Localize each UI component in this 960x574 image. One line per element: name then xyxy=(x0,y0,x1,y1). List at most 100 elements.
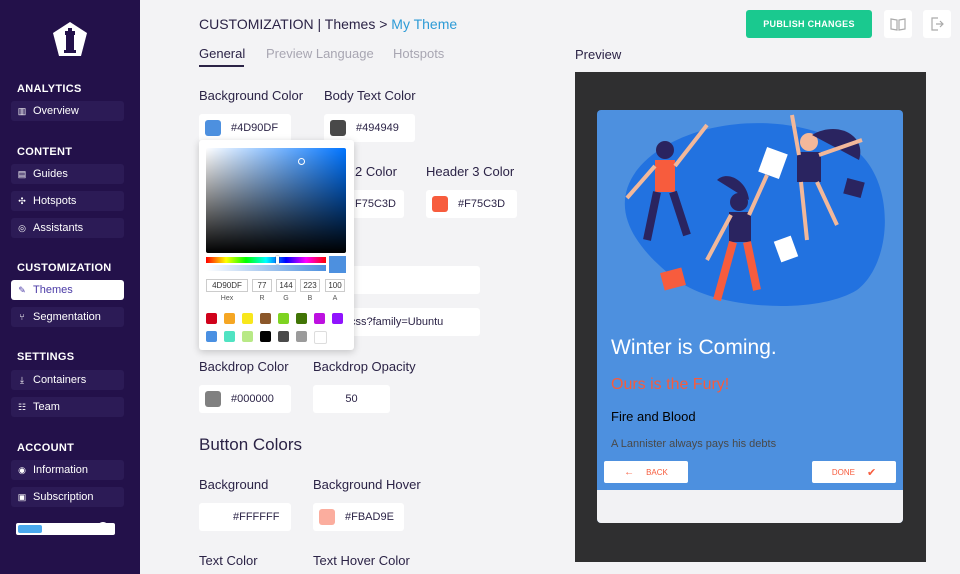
section-title-analytics: ANALYTICS xyxy=(17,83,82,95)
breadcrumb: CUSTOMIZATION | Themes > My Theme xyxy=(199,16,457,32)
header-2-color-label: 2 Color xyxy=(355,164,397,179)
preset-color-swatch[interactable] xyxy=(314,313,325,324)
tab-general[interactable]: General xyxy=(199,46,245,61)
sidebar-item-overview[interactable]: ▥ Overview xyxy=(11,101,124,121)
sidebar-item-hotspots[interactable]: ✣ Hotspots xyxy=(11,191,124,211)
sidebar-item-assistants[interactable]: ◎ Assistants xyxy=(11,218,124,238)
sidebar-item-label: Team xyxy=(33,401,60,413)
section-title-customization: CUSTOMIZATION xyxy=(17,262,112,274)
preset-color-swatch[interactable] xyxy=(224,313,235,324)
button-background-field[interactable]: #FFFFFF xyxy=(199,503,291,531)
docs-button[interactable] xyxy=(884,10,912,38)
header-3-color-label: Header 3 Color xyxy=(426,164,515,179)
preset-color-swatch[interactable] xyxy=(242,313,253,324)
preset-color-swatch[interactable] xyxy=(278,313,289,324)
backdrop-opacity-label: Backdrop Opacity xyxy=(313,359,416,374)
red-input[interactable]: 77 xyxy=(252,279,272,292)
preset-color-swatch[interactable] xyxy=(206,313,217,324)
hex-input[interactable]: 4D90DF xyxy=(206,279,248,292)
button-colors-heading: Button Colors xyxy=(199,435,302,454)
checkmark-icon: ✔ xyxy=(866,466,877,479)
preset-color-swatch[interactable] xyxy=(332,313,343,324)
background-color-field[interactable]: #4D90DF xyxy=(199,114,291,142)
blue-input[interactable]: 223 xyxy=(300,279,320,292)
preview-footer xyxy=(597,490,903,523)
preview-header3-text: Fire and Blood xyxy=(611,409,696,424)
preset-color-swatch[interactable] xyxy=(260,331,271,342)
sidebar-item-team[interactable]: ☷ Team xyxy=(11,397,124,417)
preset-color-swatch[interactable] xyxy=(224,331,235,342)
preview-done-button[interactable]: DONE ✔ xyxy=(812,461,896,483)
backdrop-color-field[interactable]: #000000 xyxy=(199,385,291,413)
alpha-label: A xyxy=(332,295,338,302)
color-picker-popover: 4D90DF 77 144 223 100 Hex R G B A xyxy=(199,140,354,350)
info-circle-icon[interactable] xyxy=(97,522,109,534)
font-family-input[interactable] xyxy=(340,266,480,294)
download-icon: ⤓ xyxy=(20,374,24,385)
saturation-area[interactable] xyxy=(206,148,346,253)
sidebar-item-information[interactable]: ◉ Information xyxy=(11,460,124,480)
sidebar-item-label: Information xyxy=(33,464,89,476)
publish-changes-button[interactable]: PUBLISH CHANGES xyxy=(746,10,872,38)
active-tab-underline xyxy=(199,65,244,67)
logout-button[interactable] xyxy=(923,10,951,38)
sidebar-item-themes[interactable]: ✎ Themes xyxy=(11,280,124,300)
backdrop-opacity-input[interactable]: 50 xyxy=(313,385,390,413)
hue-slider[interactable] xyxy=(206,256,326,264)
header-2-color-field[interactable]: F75C3D xyxy=(350,190,404,218)
body-text-color-field[interactable]: #494949 xyxy=(324,114,415,142)
background-color-label: Background Color xyxy=(199,88,304,103)
header-3-color-value: #F75C3D xyxy=(458,198,506,210)
preset-color-swatch[interactable] xyxy=(206,331,217,342)
preset-color-swatch[interactable] xyxy=(260,313,271,324)
backdrop-opacity-value: 50 xyxy=(345,393,358,405)
breadcrumb-current: My Theme xyxy=(391,16,458,32)
sidebar-item-segmentation[interactable]: ⑂ Segmentation xyxy=(11,307,124,327)
sidebar-item-guides[interactable]: ▤ Guides xyxy=(11,164,124,184)
saturation-handle[interactable] xyxy=(298,158,305,165)
sidebar-item-containers[interactable]: ⤓ Containers xyxy=(11,370,124,390)
background-color-swatch xyxy=(205,120,221,136)
lighthouse-logo-icon[interactable] xyxy=(50,20,90,60)
preset-color-swatch[interactable] xyxy=(278,331,289,342)
arrow-left-icon: ← xyxy=(624,466,635,478)
preview-subtitle-text: Ours is the Fury! xyxy=(611,376,730,393)
sidebar-item-subscription[interactable]: ▣ Subscription xyxy=(11,487,124,507)
hue-handle[interactable] xyxy=(276,256,279,264)
breadcrumb-themes[interactable]: Themes > xyxy=(325,16,388,32)
segment-icon: ⑂ xyxy=(19,312,25,322)
header-3-color-field[interactable]: #F75C3D xyxy=(426,190,517,218)
tab-preview-language[interactable]: Preview Language xyxy=(266,46,374,61)
preset-color-swatch[interactable] xyxy=(314,331,327,344)
book-icon xyxy=(890,18,906,31)
font-url-value: css?family=Ubuntu xyxy=(350,316,444,328)
body-text-color-value: #494949 xyxy=(356,122,399,134)
sidebar-item-label: Overview xyxy=(33,105,79,117)
preview-back-button[interactable]: ← BACK xyxy=(604,461,688,483)
hex-label: Hex xyxy=(220,295,234,302)
tab-hotspots[interactable]: Hotspots xyxy=(393,46,444,61)
preset-color-swatch[interactable] xyxy=(242,331,253,342)
font-url-input[interactable]: css?family=Ubuntu xyxy=(340,308,480,336)
red-label: R xyxy=(259,295,265,302)
alpha-input[interactable]: 100 xyxy=(325,279,345,292)
preset-color-swatch[interactable] xyxy=(296,331,307,342)
section-title-content: CONTENT xyxy=(17,146,73,158)
button-background-swatch xyxy=(205,509,221,525)
button-background-hover-value: #FBAD9E xyxy=(345,511,394,523)
blue-label: B xyxy=(307,295,313,302)
background-color-value: #4D90DF xyxy=(231,122,279,134)
body-text-color-swatch xyxy=(330,120,346,136)
green-input[interactable]: 144 xyxy=(276,279,296,292)
section-title-account: ACCOUNT xyxy=(17,442,75,454)
alpha-slider[interactable] xyxy=(206,265,326,271)
sidebar-item-label: Subscription xyxy=(33,491,94,503)
backdrop-color-value: #000000 xyxy=(231,393,274,405)
button-background-hover-field[interactable]: #FBAD9E xyxy=(313,503,404,531)
sidebar-item-label: Hotspots xyxy=(33,195,77,207)
preset-color-swatch[interactable] xyxy=(296,313,307,324)
button-text-color-label: Text Color xyxy=(199,553,258,568)
body-text-color-label: Body Text Color xyxy=(324,88,416,103)
button-background-hover-label: Background Hover xyxy=(313,477,421,492)
backdrop-color-swatch xyxy=(205,391,221,407)
